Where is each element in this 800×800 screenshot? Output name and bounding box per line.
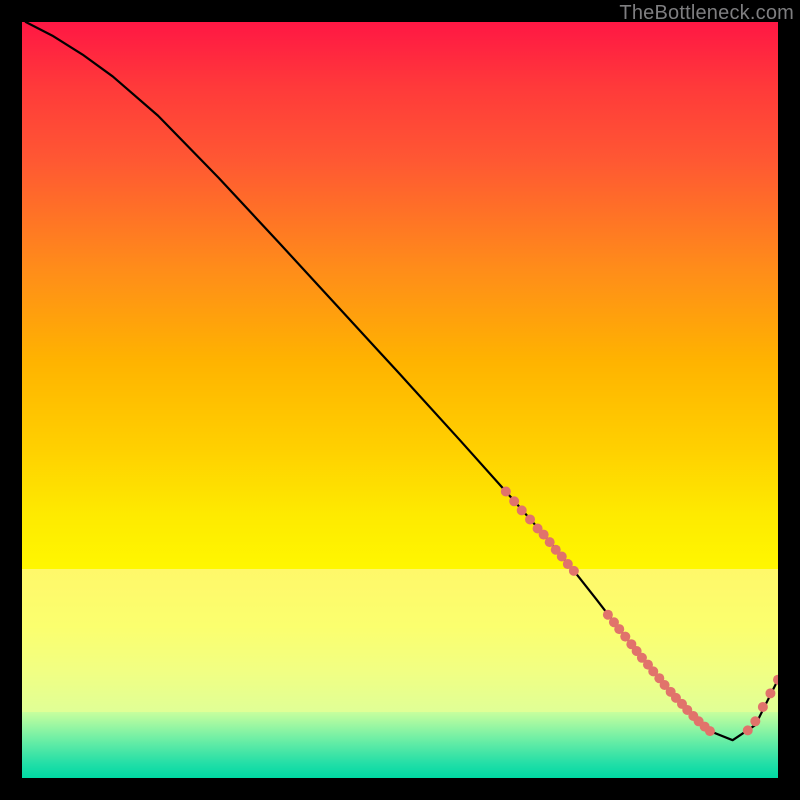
plot-area [22, 22, 778, 778]
dot-descent-dots [501, 486, 511, 496]
dot-rise-dots [765, 688, 775, 698]
plot-svg [22, 22, 778, 778]
dot-rise-dots [773, 675, 778, 685]
dot-descent-dots [525, 514, 535, 524]
dot-rise-dots [758, 702, 768, 712]
watermark-text: TheBottleneck.com [619, 2, 794, 25]
dot-trough-dots [705, 726, 715, 736]
dot-rise-dots [743, 725, 753, 735]
dot-descent-dots [569, 566, 579, 576]
dot-descent-dots [509, 496, 519, 506]
dot-rise-dots [750, 716, 760, 726]
series-bottleneck-curve [26, 22, 778, 740]
dot-descent-dots [517, 505, 527, 515]
chart-stage: TheBottleneck.com [0, 0, 800, 800]
